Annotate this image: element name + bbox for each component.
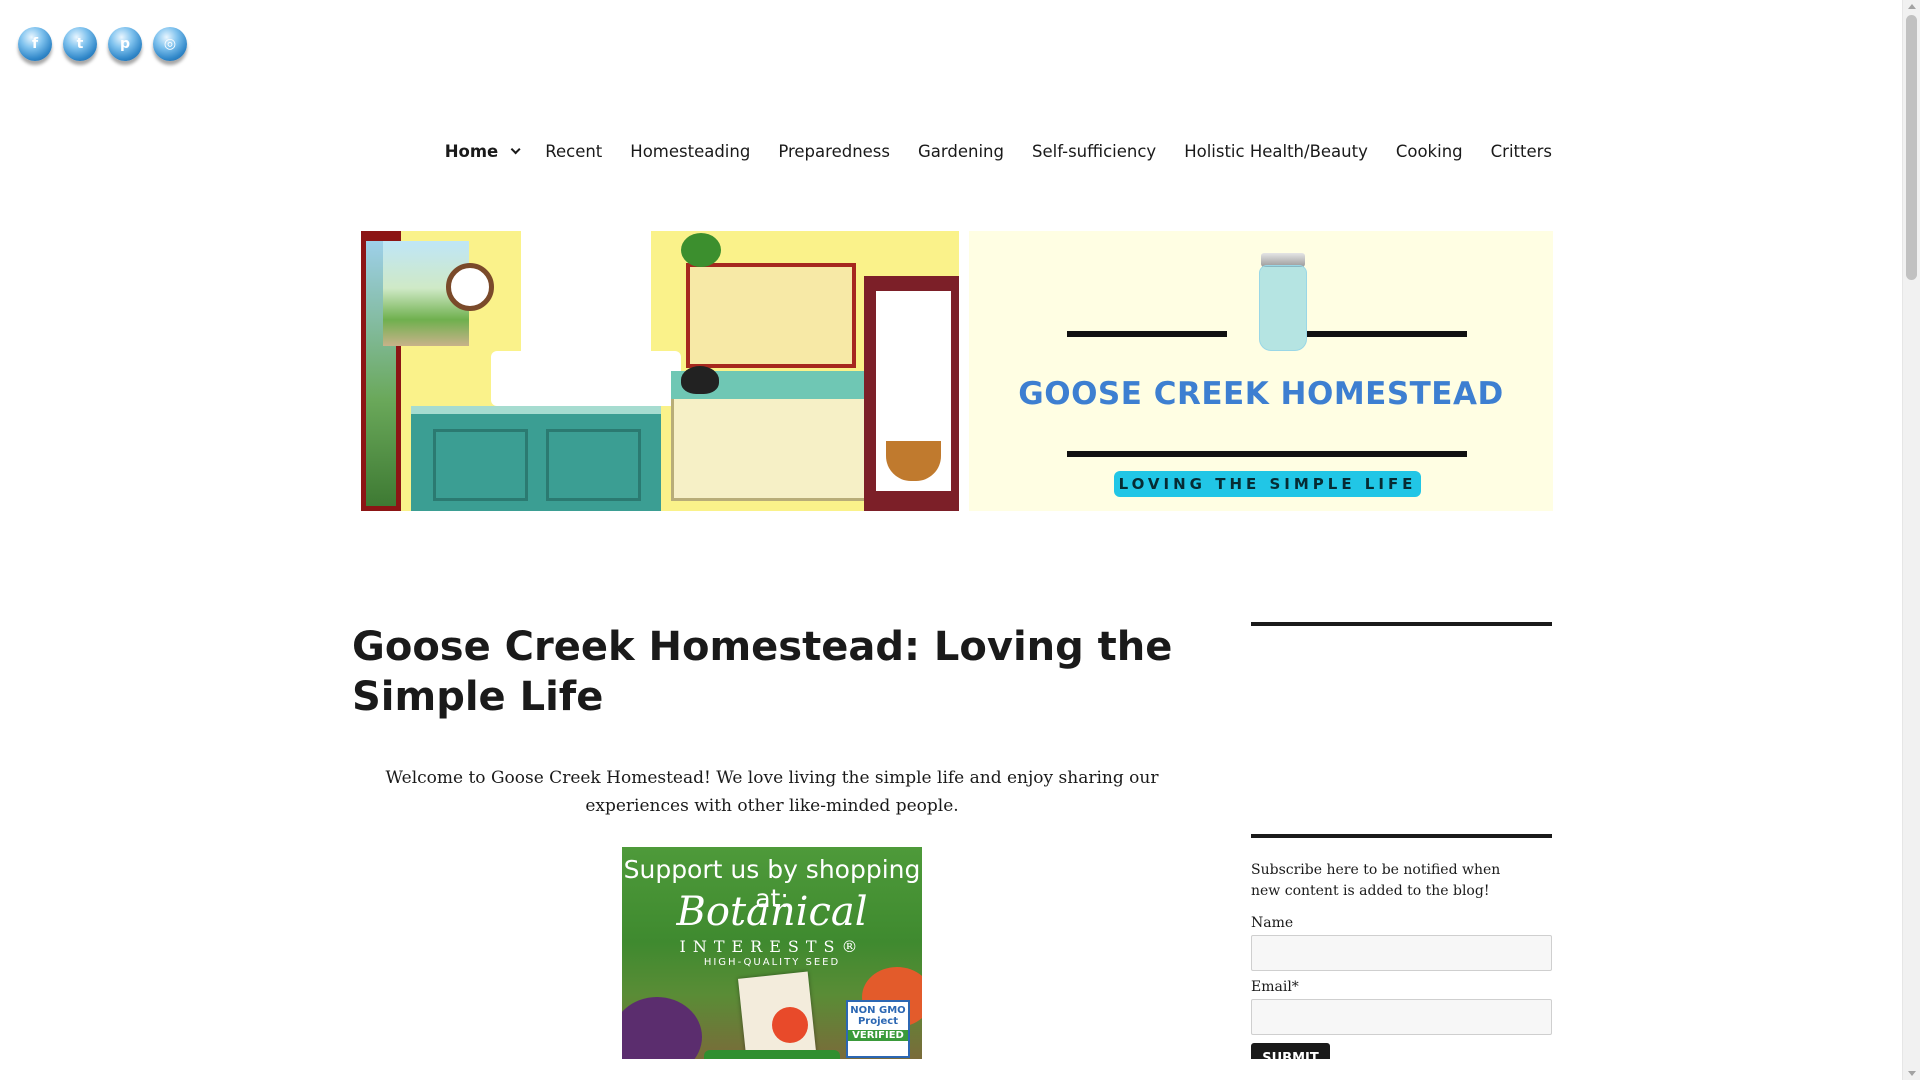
cabinet-door-illustration (546, 429, 641, 501)
nav-item-self-sufficiency[interactable]: Self-sufficiency (1032, 142, 1156, 161)
social-icons: f t p ◎ (18, 27, 187, 61)
sink-illustration (491, 351, 681, 406)
divider-line (1067, 451, 1467, 457)
header-banner[interactable]: GOOSE CREEK HOMESTEAD LOVING THE SIMPLE … (361, 231, 1553, 511)
scroll-down-arrow-icon[interactable] (1908, 1071, 1916, 1076)
cabinet-door-illustration (433, 429, 528, 501)
email-label: Email* (1251, 979, 1299, 995)
pinterest-icon[interactable]: p (108, 27, 142, 61)
kitchen-illustration (361, 231, 959, 511)
viewport-bottom-edge (0, 1059, 1902, 1080)
page-title: Goose Creek Homestead: Loving the Simple… (352, 624, 1173, 720)
plant-icon (681, 233, 721, 267)
site-tagline: LOVING THE SIMPLE LIFE (1114, 471, 1421, 497)
intro-paragraph: Welcome to Goose Creek Homestead! We lov… (385, 768, 1159, 816)
divider-line (1307, 331, 1467, 337)
email-field[interactable] (1251, 999, 1552, 1035)
twitter-icon[interactable]: t (63, 27, 97, 61)
scroll-up-arrow-icon[interactable] (1908, 4, 1916, 9)
nav-item-recent[interactable]: Recent (545, 142, 602, 161)
shop-now-button[interactable] (704, 1050, 840, 1059)
ad-brand-sub: INTERESTS® (679, 937, 865, 956)
nav-item-gardening[interactable]: Gardening (918, 142, 1004, 161)
divider-line (1067, 331, 1227, 337)
leaf-illustration (622, 997, 702, 1059)
instagram-icon[interactable]: ◎ (153, 27, 187, 61)
nav-item-cooking[interactable]: Cooking (1396, 142, 1463, 161)
mason-jar-icon (1259, 253, 1307, 353)
botanical-interests-ad[interactable]: Support us by shopping at: Botanical INT… (622, 847, 922, 1059)
nav-item-label: Home (444, 142, 499, 161)
badge-top-text: NON GMO Project (850, 1005, 906, 1027)
name-label: Name (1251, 915, 1294, 931)
poppy-illustration (772, 1007, 808, 1043)
nav-item-homesteading[interactable]: Homesteading (630, 142, 750, 161)
primary-nav: Home Recent Homesteading Preparedness Ga… (445, 142, 1552, 161)
nav-item-holistic-health-beauty[interactable]: Holistic Health/Beauty (1184, 142, 1368, 161)
facebook-icon[interactable]: f (18, 27, 52, 61)
shelf-illustration (686, 263, 856, 368)
subscribe-text: Subscribe here to be notified when new c… (1251, 862, 1501, 899)
ad-brand: Botanical (676, 889, 868, 935)
jar-body (1259, 265, 1307, 351)
ad-brand-tag: HIGH-QUALITY SEED (703, 957, 841, 968)
window-illustration (521, 231, 651, 351)
nav-item-preparedness[interactable]: Preparedness (778, 142, 890, 161)
name-field[interactable] (1251, 935, 1552, 971)
sidebar-divider (1251, 622, 1552, 626)
chevron-down-icon[interactable] (510, 144, 521, 155)
sidebar-divider (1251, 834, 1552, 838)
nav-item-critters[interactable]: Critters (1491, 142, 1552, 161)
kettle-icon (681, 366, 719, 394)
scrollbar-thumb[interactable] (1906, 15, 1917, 280)
scrollbar[interactable] (1902, 0, 1920, 1080)
clock-icon (446, 263, 494, 311)
nav-item-home[interactable]: Home (444, 142, 521, 161)
brand-panel: GOOSE CREEK HOMESTEAD LOVING THE SIMPLE … (969, 231, 1553, 511)
site-title: GOOSE CREEK HOMESTEAD (1018, 376, 1504, 412)
non-gmo-badge: NON GMO Project VERIFIED (846, 1000, 910, 1058)
badge-bottom-text: VERIFIED (848, 1030, 908, 1041)
